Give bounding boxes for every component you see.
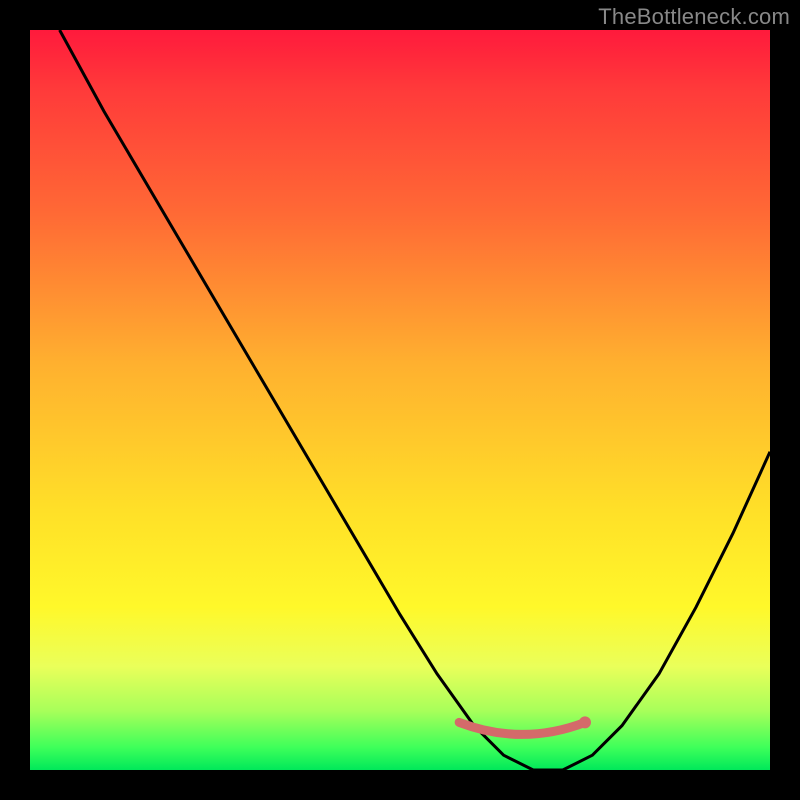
optimal-range-end-dot bbox=[579, 716, 591, 728]
plot-area bbox=[30, 30, 770, 770]
bottleneck-curve-svg bbox=[30, 30, 770, 770]
optimal-range-marker bbox=[459, 722, 585, 734]
watermark-text: TheBottleneck.com bbox=[598, 4, 790, 30]
bottleneck-curve-path bbox=[60, 30, 770, 770]
chart-frame: TheBottleneck.com bbox=[0, 0, 800, 800]
